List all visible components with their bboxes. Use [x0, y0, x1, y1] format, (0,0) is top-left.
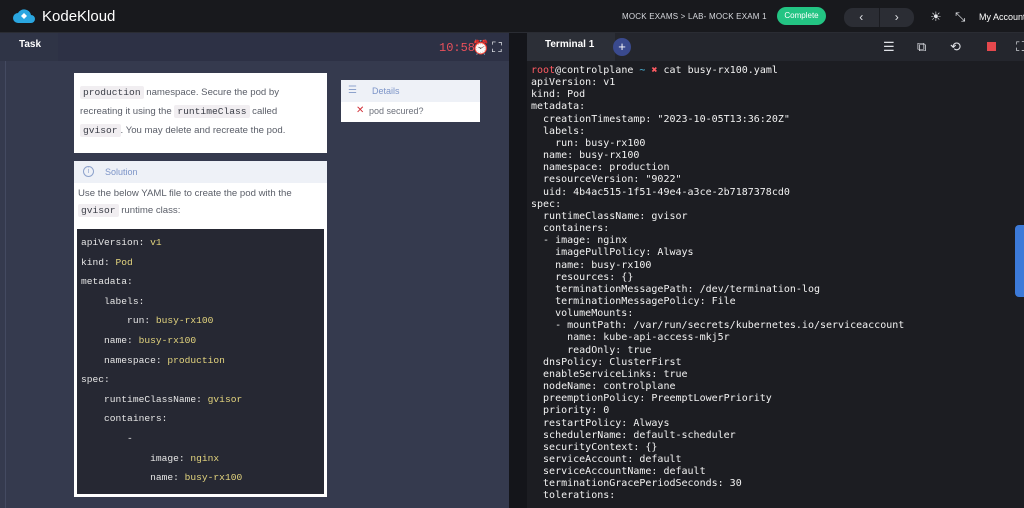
- solution-header[interactable]: i Solution: [74, 161, 327, 183]
- yaml-line: apiVersion: v1: [81, 237, 162, 248]
- prompt-user: root: [531, 65, 556, 76]
- fail-x-icon: ✕: [356, 105, 365, 116]
- task-header: Task 10:58 ⏰ ⛶: [0, 33, 509, 61]
- account-menu[interactable]: My Account: [979, 12, 1024, 22]
- terminal-line: restartPolicy: Always: [531, 417, 670, 429]
- pane-divider[interactable]: [509, 33, 527, 508]
- terminal-header: Terminal 1 + ☰ ⧉ ⟲ ⛶: [527, 33, 1024, 61]
- yaml-line: run: busy-rx100: [81, 315, 214, 327]
- terminal-line: metadata:: [531, 101, 586, 113]
- terminal-line: readOnly: true: [531, 344, 652, 356]
- next-question-button[interactable]: ›: [880, 8, 915, 27]
- new-terminal-button[interactable]: +: [613, 38, 631, 56]
- yaml-line: name: busy-rx100: [81, 472, 243, 484]
- yaml-line: image: nginx: [81, 452, 220, 464]
- terminal-line: creationTimestamp: "2023-10-05T13:36:20Z…: [531, 113, 790, 125]
- brightness-icon[interactable]: ☀: [930, 9, 942, 25]
- task-pane: Task 10:58 ⏰ ⛶ production namespace. Sec…: [0, 33, 509, 508]
- yaml-line: name: busy-rx100: [81, 334, 197, 346]
- alarm-clock-icon[interactable]: ⏰: [472, 39, 489, 56]
- solution-card: i Solution Use the below YAML file to cr…: [74, 161, 327, 497]
- terminal-line: spec:: [531, 198, 562, 210]
- terminal-line: kind: Pod: [531, 89, 586, 101]
- terminal-line: name: kube-api-access-mkj5r: [531, 332, 730, 344]
- stop-icon[interactable]: [987, 42, 996, 51]
- code-gvisor: gvisor: [80, 124, 121, 137]
- cloud-logo-icon: [13, 9, 35, 23]
- terminal-line: namespace: production: [531, 162, 670, 174]
- check-row: ✕ pod secured?: [341, 102, 480, 116]
- yaml-line: -: [81, 432, 133, 444]
- collapse-icon[interactable]: ⤡: [955, 9, 965, 25]
- code-runtimeclass: runtimeClass: [174, 105, 250, 118]
- terminal-command: cat busy-rx100.yaml: [657, 65, 778, 76]
- exam-timer: 10:58: [439, 41, 476, 55]
- details-header[interactable]: ☰ Details: [341, 80, 480, 102]
- terminal-line: schedulerName: default-scheduler: [531, 429, 736, 441]
- yaml-line: namespace: production: [81, 354, 225, 366]
- terminal-line: serviceAccountName: default: [531, 466, 706, 478]
- fullscreen-icon[interactable]: ⛶: [1016, 39, 1024, 55]
- history-icon[interactable]: ⟲: [950, 39, 961, 55]
- terminal-line: dnsPolicy: ClusterFirst: [531, 356, 682, 368]
- tab-terminal-1[interactable]: Terminal 1: [527, 33, 615, 61]
- solution-text: Use the below YAML file to create the po…: [78, 188, 292, 217]
- terminal-line: run: busy-rx100: [531, 137, 646, 149]
- terminal-line: apiVersion: v1: [531, 77, 616, 89]
- details-panel: ☰ Details ✕ pod secured?: [341, 80, 480, 122]
- prompt-tilde: ~: [633, 65, 652, 76]
- yaml-code-block[interactable]: apiVersion: v1 kind: Pod metadata: labels:…: [77, 229, 324, 494]
- info-icon: i: [83, 166, 94, 177]
- terminal-line: enableServiceLinks: true: [531, 368, 688, 380]
- brand-logo[interactable]: KodeKloud: [12, 6, 115, 26]
- yaml-line: containers:: [81, 413, 168, 425]
- terminal-line: preemptionPolicy: PreemptLowerPriority: [531, 393, 772, 405]
- terminal-output[interactable]: root@controlplane ~ ✖ cat busy-rx100.yam…: [531, 65, 1011, 503]
- terminal-line: volumeMounts:: [531, 308, 634, 320]
- terminal-line: runtimeClassName: gvisor: [531, 210, 688, 222]
- terminal-line: terminationMessagePolicy: File: [531, 295, 736, 307]
- terminal-line: securityContext: {}: [531, 441, 658, 453]
- yaml-line: kind: Pod: [81, 256, 133, 268]
- terminal-line: - mountPath: /var/run/secrets/kubernetes…: [531, 320, 905, 332]
- terminal-line: name: busy-rx100: [531, 259, 652, 271]
- terminal-line: nodeName: controlplane: [531, 381, 676, 393]
- terminal-line: uid: 4b4ac515-1f51-49e4-a3ce-2b7187378cd…: [531, 186, 790, 198]
- side-scroll-handle[interactable]: [1015, 225, 1024, 297]
- terminal-line: tolerations:: [531, 490, 616, 502]
- prompt-host: @controlplane: [555, 65, 634, 76]
- menu-icon[interactable]: ☰: [883, 39, 895, 55]
- complete-button[interactable]: Complete: [777, 7, 826, 25]
- terminal-line: name: busy-rx100: [531, 150, 640, 162]
- yaml-line: runtimeClassName: gvisor: [81, 393, 243, 405]
- terminal-line: labels:: [531, 125, 586, 137]
- terminal-line: resources: {}: [531, 271, 634, 283]
- terminal-line: priority: 0: [531, 405, 610, 417]
- terminal-pane[interactable]: Terminal 1 + ☰ ⧉ ⟲ ⛶ root@controlplane ~…: [527, 33, 1024, 508]
- terminal-line: - image: nginx: [531, 235, 628, 247]
- terminal-line: terminationMessagePath: /dev/termination…: [531, 283, 820, 295]
- top-bar: KodeKloud MOCK EXAMS > LAB- MOCK EXAM 1 …: [0, 0, 1024, 33]
- brand-name: KodeKloud: [42, 7, 116, 25]
- fullscreen-icon[interactable]: ⛶: [492, 39, 502, 56]
- question-card: production namespace. Secure the pod by …: [74, 73, 327, 153]
- yaml-line: metadata:: [81, 276, 133, 288]
- list-icon: ☰: [348, 85, 357, 96]
- code-namespace: production: [80, 86, 144, 99]
- check-label: pod secured?: [369, 106, 424, 116]
- breadcrumb[interactable]: MOCK EXAMS > LAB- MOCK EXAM 1: [622, 12, 767, 21]
- terminal-line: resourceVersion: "9022": [531, 174, 682, 186]
- tab-task[interactable]: Task: [0, 33, 58, 61]
- prev-question-button[interactable]: ‹: [844, 8, 880, 27]
- yaml-line: labels:: [81, 295, 145, 307]
- open-external-icon[interactable]: ⧉: [917, 39, 926, 55]
- question-nav: ‹ ›: [844, 8, 914, 27]
- terminal-line: terminationGracePeriodSeconds: 30: [531, 478, 742, 490]
- yaml-line: spec:: [81, 374, 110, 386]
- terminal-line: containers:: [531, 223, 610, 235]
- terminal-line: imagePullPolicy: Always: [531, 247, 694, 259]
- terminal-line: serviceAccount: default: [531, 454, 682, 465]
